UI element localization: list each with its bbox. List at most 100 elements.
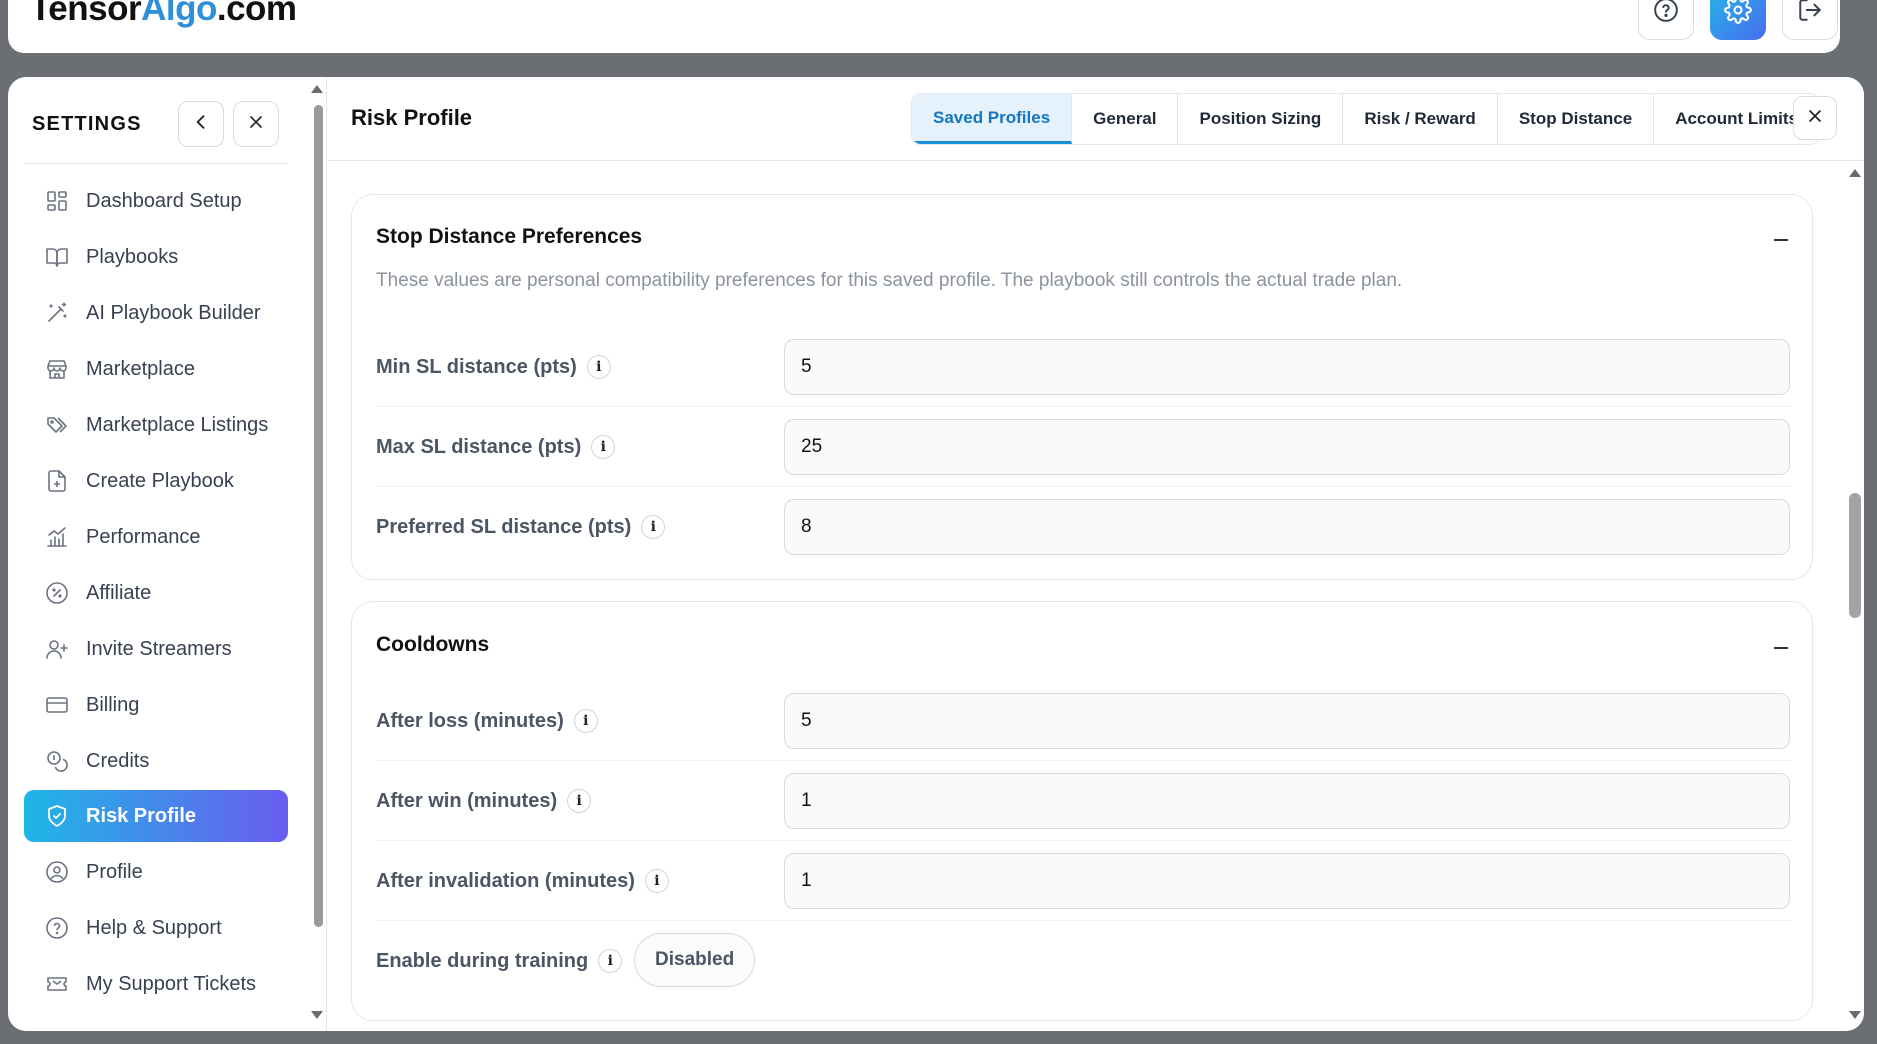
logout-button[interactable]: [1782, 0, 1838, 40]
preferred-sl-distance-input[interactable]: 8: [784, 499, 1790, 555]
sidebar-item-label: Create Playbook: [86, 469, 234, 492]
sidebar-item-marketplace[interactable]: Marketplace: [24, 343, 288, 395]
sidebar-item-ai-playbook-builder[interactable]: AI Playbook Builder: [24, 287, 288, 339]
stop-distance-collapse-button[interactable]: [1774, 239, 1788, 241]
settings-panel: SETTINGS Dashboard Setup Playbooks AI Pl…: [8, 77, 1864, 1031]
field-label: Enable during training i: [376, 921, 623, 1001]
close-risk-profile-button[interactable]: [1793, 96, 1837, 140]
sidebar-item-label: AI Playbook Builder: [86, 301, 261, 324]
sidebar-collapse-button[interactable]: [178, 101, 224, 147]
after-loss-input[interactable]: 5: [784, 693, 1790, 749]
sidebar-divider: [24, 163, 288, 164]
logout-icon: [1797, 0, 1823, 28]
info-icon[interactable]: i: [641, 515, 666, 539]
tab-position-sizing[interactable]: Position Sizing: [1178, 94, 1344, 144]
sidebar-item-affiliate[interactable]: Affiliate: [24, 567, 288, 619]
field-label: After win (minutes) i: [376, 761, 592, 841]
shield-icon: [44, 803, 70, 829]
help-button[interactable]: [1638, 0, 1694, 40]
sidebar-item-label: Credits: [86, 749, 150, 772]
sidebar-item-label: Affiliate: [86, 581, 152, 604]
info-icon[interactable]: i: [598, 949, 623, 973]
sidebar-item-label: Marketplace Listings: [86, 413, 269, 436]
sidebar-close-button[interactable]: [233, 101, 279, 147]
tab-general[interactable]: General: [1072, 94, 1179, 144]
sidebar-item-credits[interactable]: Credits: [24, 735, 288, 787]
close-icon: [246, 112, 266, 137]
sidebar-item-label: Profile: [86, 860, 143, 883]
sidebar-item-create-playbook[interactable]: Create Playbook: [24, 455, 288, 507]
logo-text-algo: Algo: [141, 0, 217, 28]
badge-percent-icon: [44, 580, 70, 606]
cooldowns-title: Cooldowns: [376, 633, 490, 656]
info-icon[interactable]: i: [573, 709, 598, 733]
close-icon: [1805, 106, 1825, 131]
sidebar-item-playbooks[interactable]: Playbooks: [24, 231, 288, 283]
settings-icon: [1724, 0, 1752, 29]
sidebar-item-dashboard-setup[interactable]: Dashboard Setup: [24, 175, 288, 227]
top-header: TensorAlgo.com: [8, 0, 1840, 53]
stop-distance-card: Stop Distance Preferences These values a…: [351, 194, 1813, 580]
field-label: After invalidation (minutes) i: [376, 841, 669, 921]
form-row-after-win: After win (minutes) i 1: [376, 761, 1790, 841]
sidebar-item-profile[interactable]: Profile: [24, 846, 288, 898]
field-label: After loss (minutes) i: [376, 681, 598, 761]
sidebar-scroll-thumb[interactable]: [314, 105, 323, 927]
sidebar-item-my-support-tickets[interactable]: My Support Tickets: [24, 958, 288, 1010]
sidebar-scroll-up-arrow[interactable]: [311, 85, 323, 93]
dashboard-icon: [44, 188, 70, 214]
sidebar-item-performance[interactable]: Performance: [24, 511, 288, 563]
form-row-enable-training: Enable during training i Disabled: [376, 921, 1790, 1001]
sidebar-item-label: Billing: [86, 693, 140, 716]
sidebar-item-label: Invite Streamers: [86, 637, 232, 660]
cooldowns-collapse-button[interactable]: [1774, 647, 1788, 649]
sidebar-item-risk-profile[interactable]: Risk Profile: [24, 790, 288, 842]
chevron-left-icon: [191, 112, 211, 137]
info-icon[interactable]: i: [591, 435, 616, 459]
sidebar-item-billing[interactable]: Billing: [24, 679, 288, 731]
sidebar-item-label: Performance: [86, 525, 201, 548]
magic-wand-icon: [44, 300, 70, 326]
form-row-preferred-sl: Preferred SL distance (pts) i 8: [376, 487, 1790, 567]
content-scroll-down-arrow[interactable]: [1849, 1011, 1861, 1019]
enable-during-training-toggle[interactable]: Disabled: [634, 933, 756, 987]
after-invalidation-input[interactable]: 1: [784, 853, 1790, 909]
logo[interactable]: TensorAlgo.com: [30, 0, 297, 28]
logo-text-domain: .com: [216, 0, 297, 28]
sidebar-item-invite-streamers[interactable]: Invite Streamers: [24, 623, 288, 675]
tab-stop-distance[interactable]: Stop Distance: [1498, 94, 1655, 144]
settings-button[interactable]: [1710, 0, 1766, 40]
field-label-text: After loss (minutes): [376, 709, 564, 732]
form-row-min-sl: Min SL distance (pts) i 5: [376, 327, 1790, 407]
sidebar-item-label: Playbooks: [86, 245, 179, 268]
file-plus-icon: [44, 468, 70, 494]
sidebar-item-help-support[interactable]: Help & Support: [24, 902, 288, 954]
content-header: Risk Profile Saved Profiles General Posi…: [327, 77, 1864, 161]
min-sl-distance-input[interactable]: 5: [784, 339, 1790, 395]
book-icon: [44, 244, 70, 270]
form-row-after-loss: After loss (minutes) i 5: [376, 681, 1790, 761]
page-title: Risk Profile: [351, 105, 473, 130]
risk-profile-content: Stop Distance Preferences These values a…: [326, 77, 1864, 1031]
field-label: Preferred SL distance (pts) i: [376, 487, 666, 567]
info-icon[interactable]: i: [567, 789, 592, 813]
coins-icon: [44, 748, 70, 774]
field-label-text: After invalidation (minutes): [376, 869, 635, 892]
stop-distance-title: Stop Distance Preferences: [376, 225, 643, 248]
logo-text-tensor: Tensor: [30, 0, 142, 28]
content-scroll-up-arrow[interactable]: [1849, 169, 1861, 177]
sidebar-item-label: Help & Support: [86, 916, 222, 939]
info-icon[interactable]: i: [644, 869, 669, 893]
after-win-input[interactable]: 1: [784, 773, 1790, 829]
sidebar-item-marketplace-listings[interactable]: Marketplace Listings: [24, 399, 288, 451]
max-sl-distance-input[interactable]: 25: [784, 419, 1790, 475]
field-label-text: Enable during training: [376, 949, 589, 972]
form-row-max-sl: Max SL distance (pts) i 25: [376, 407, 1790, 487]
content-scroll-thumb[interactable]: [1849, 493, 1861, 618]
tab-bar: Saved Profiles General Position Sizing R…: [911, 93, 1820, 145]
info-icon[interactable]: i: [586, 355, 611, 379]
tab-saved-profiles[interactable]: Saved Profiles: [912, 94, 1073, 144]
tab-risk-reward[interactable]: Risk / Reward: [1343, 94, 1498, 144]
sidebar-scroll-down-arrow[interactable]: [311, 1011, 323, 1019]
settings-sidebar: SETTINGS Dashboard Setup Playbooks AI Pl…: [8, 77, 326, 1031]
